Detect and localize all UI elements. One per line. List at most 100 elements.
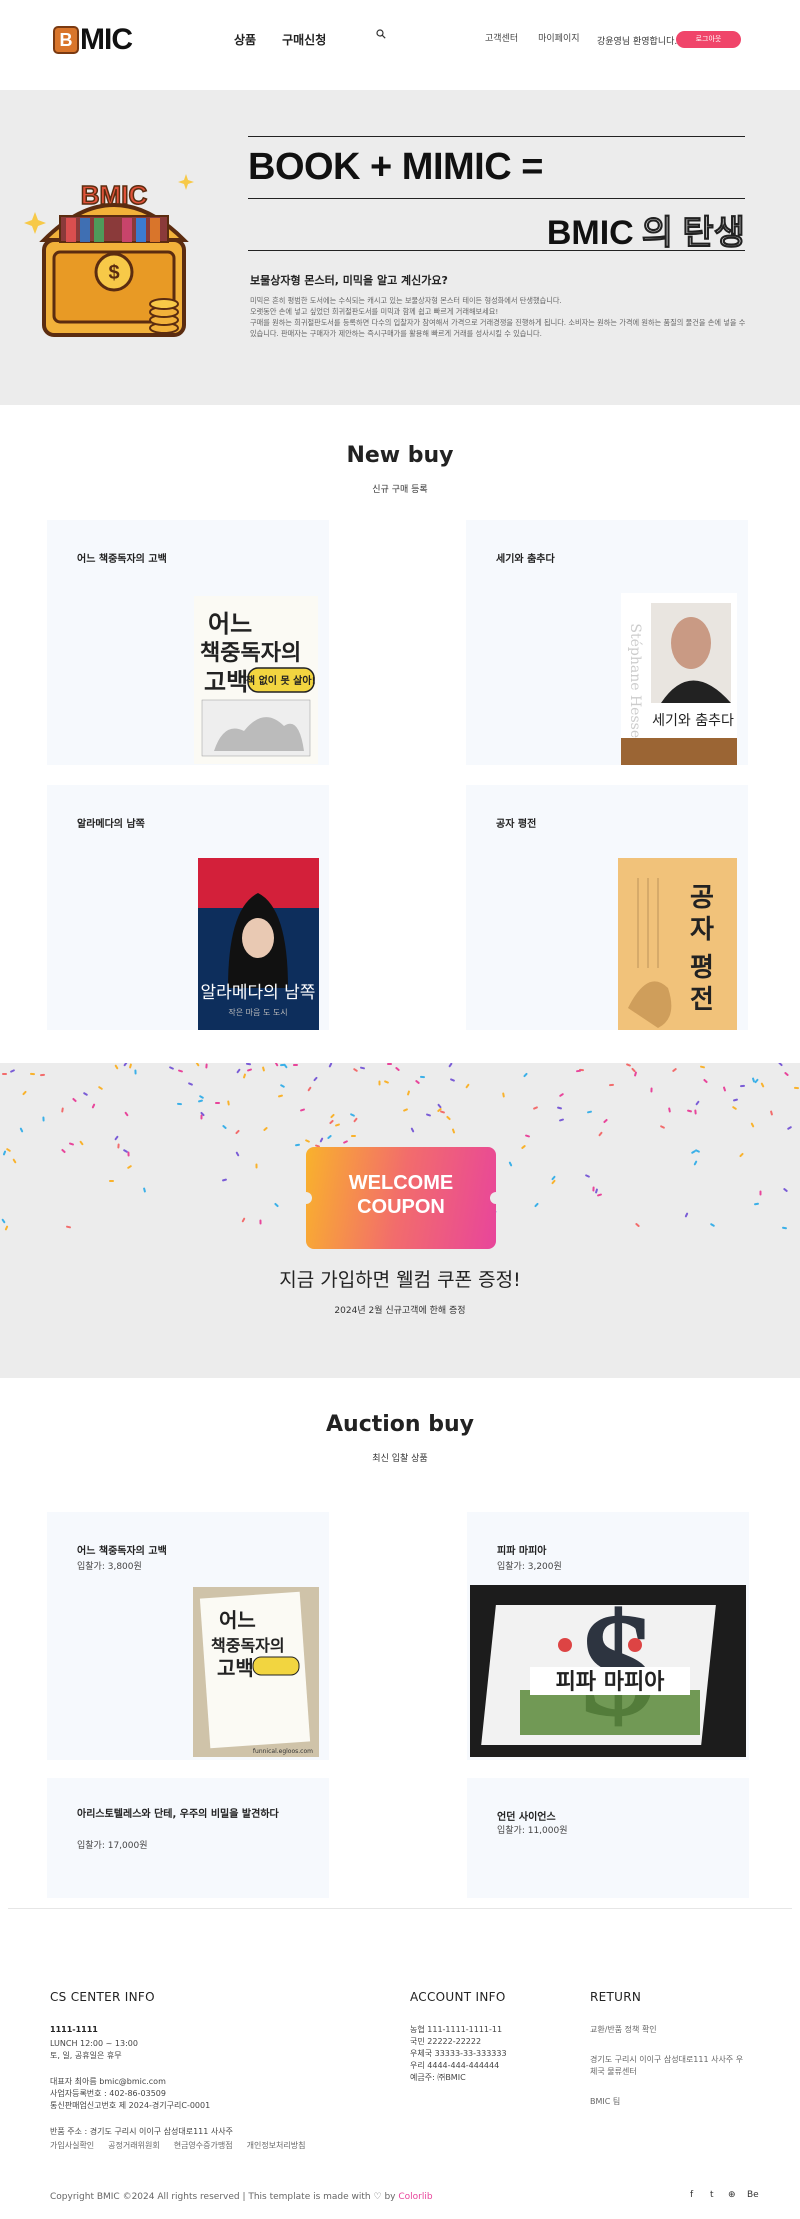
new-buy-card[interactable]: 알라메다의 남쪽 알라메다의 남쪽 작은 마음 도 도시 [47,785,329,1030]
confetti-piece [650,1087,654,1093]
new-buy-title: New buy [346,443,454,468]
new-buy-card[interactable]: 어느 책중독자의 고백 어느 책중독자의 고백 책 없이 못 살아! [47,520,329,765]
footer-link[interactable]: 현금영수증가맹점 [174,2140,233,2152]
confetti-piece [753,1202,759,1206]
dribbble-icon[interactable]: ⊕ [728,2190,736,2200]
auction-card[interactable]: 피파 마피아 입찰가: 3,200원 $ 피파 마피아 [467,1512,749,1760]
confetti-piece [684,1211,689,1218]
confetti-piece [2,1150,7,1157]
book-cover: Stéphane Hessel 세기와 춤추다 [621,593,737,765]
colorlib-link[interactable]: Colorlib [398,2192,432,2202]
search-icon[interactable] [376,29,386,39]
cs-hours: LUNCH 12:00 ~ 13:00 토, 일, 공휴일은 휴무 [50,2038,138,2062]
confetti-piece [65,1225,72,1229]
confetti-piece [710,1223,716,1228]
confetti-piece [781,1226,788,1230]
confetti-piece [597,1131,603,1137]
confetti-piece [5,1148,12,1153]
confetti-piece [625,1063,632,1067]
confetti-piece [671,1067,677,1072]
confetti-piece [451,1127,456,1134]
hero-desc-line: 오랫동안 손에 넣고 싶었던 희귀절판도서를 미믹과 함께 쉽고 빠르게 거래해… [250,307,499,316]
hero-desc-line: 미믹은 흔히 평범한 도서에는 수식되는 캐시고 있는 보물상자형 몬스터 테이… [250,296,562,305]
confetti-piece [558,1117,564,1122]
book-cover: 공 자 평 전 [618,858,737,1030]
main-nav: 상품 구매신청 [234,31,326,48]
return-policy-link[interactable]: 교환/반품 정책 확인 [590,2024,657,2036]
twitter-icon[interactable]: t [710,2190,714,2200]
new-buy-card[interactable]: 세기와 춤추다 Stéphane Hessel 세기와 춤추다 [466,520,748,765]
footer-link[interactable]: 가입사실확인 [50,2140,94,2152]
confetti-piece [793,1086,799,1090]
confetti-piece [195,1063,200,1067]
card-price: 입찰가: 17,000원 [77,1841,148,1851]
confetti-piece [556,1106,563,1110]
confetti-piece [660,1124,666,1129]
welcome-coupon-ticket[interactable]: WELCOME COUPON [300,1147,502,1249]
confetti-piece [246,1063,252,1066]
site-logo[interactable]: B MIC [53,23,133,56]
confetti-piece [259,1219,262,1225]
confetti-piece [342,1140,349,1145]
confetti-piece [410,1127,415,1133]
welcome-message: 강윤영님 환영합니다. [597,37,678,47]
confetti-piece [575,1069,581,1073]
confetti-piece [667,1106,671,1113]
confetti-piece [603,1118,609,1124]
cs-center-heading: CS CENTER INFO [50,1990,155,2004]
copyright-text: Copyright BMIC ©2024 All rights reserved… [50,2192,371,2202]
confetti-piece [777,1063,783,1067]
confetti-piece [1,1217,7,1224]
hero-divider-top [248,136,745,137]
nav-item-products[interactable]: 상품 [234,31,256,48]
confetti-piece [425,1113,431,1117]
customer-center-link[interactable]: 고객센터 [485,31,518,44]
facebook-icon[interactable]: f [690,2190,693,2200]
confetti-piece [205,1063,208,1069]
behance-icon[interactable]: Be [747,2190,759,2200]
card-title: 아리스토텔레스와 단테, 우주의 비밀을 발견하다 [77,1809,279,1820]
svg-text:$: $ [108,262,119,284]
confetti-piece [329,1113,335,1119]
confetti-piece [114,1064,120,1070]
confetti-piece [117,1143,121,1149]
confetti-piece [693,1160,698,1166]
treasure-chest-illustration: $ BMIC [24,174,194,337]
new-buy-card[interactable]: 공자 평전 공 자 평 전 [466,785,748,1030]
footer-link[interactable]: 공정거래위원회 [108,2140,160,2152]
confetti-piece [4,1225,9,1232]
confetti-piece [328,1119,334,1125]
auction-card[interactable]: 아리스토텔레스와 단테, 우주의 비밀을 발견하다 입찰가: 17,000원 [47,1778,329,1898]
confetti-piece [445,1115,451,1121]
confetti-piece [221,1124,227,1130]
cs-hours-line: LUNCH 12:00 ~ 13:00 [50,2039,138,2048]
confetti-piece [360,1066,366,1070]
confetti-piece [177,1069,184,1073]
confetti-piece [305,1139,311,1144]
confetti-piece [596,1193,603,1197]
confetti-piece [694,1148,700,1153]
confetti-piece [353,1117,358,1124]
confetti-piece [127,1165,133,1170]
confetti-piece [129,1063,133,1070]
confetti-piece [383,1080,390,1085]
auction-card[interactable]: 언던 사이언스 입찰가: 11,000원 [467,1778,749,1898]
card-price: 입찰가: 11,000원 [497,1826,568,1836]
confetti-piece [532,1106,539,1111]
confetti-piece [759,1190,762,1196]
nav-item-purchase-request[interactable]: 구매신청 [282,31,326,48]
confetti-piece [255,1163,258,1169]
svg-text:고백: 고백 [204,667,248,696]
company-info: 대표자 최아름 bmic@bmic.com 사업자등록번호 : 402-86-0… [50,2076,210,2112]
logout-button[interactable]: 로그아웃 [676,31,741,48]
hero-subheadline-solid: BMIC [546,214,634,252]
confetti-piece [235,1151,240,1158]
card-title: 알라메다의 남쪽 [77,819,145,830]
mypage-link[interactable]: 마이페이지 [538,31,579,44]
confetti-piece [525,1134,531,1139]
confetti-piece [299,1107,306,1112]
auction-card[interactable]: 어느 책중독자의 고백 입찰가: 3,800원 어느 책중독자의 고백 funn… [47,1512,329,1760]
confetti-piece [722,1086,726,1093]
confetti-piece [439,1110,446,1115]
footer-link[interactable]: 개인정보처리방침 [247,2140,306,2152]
